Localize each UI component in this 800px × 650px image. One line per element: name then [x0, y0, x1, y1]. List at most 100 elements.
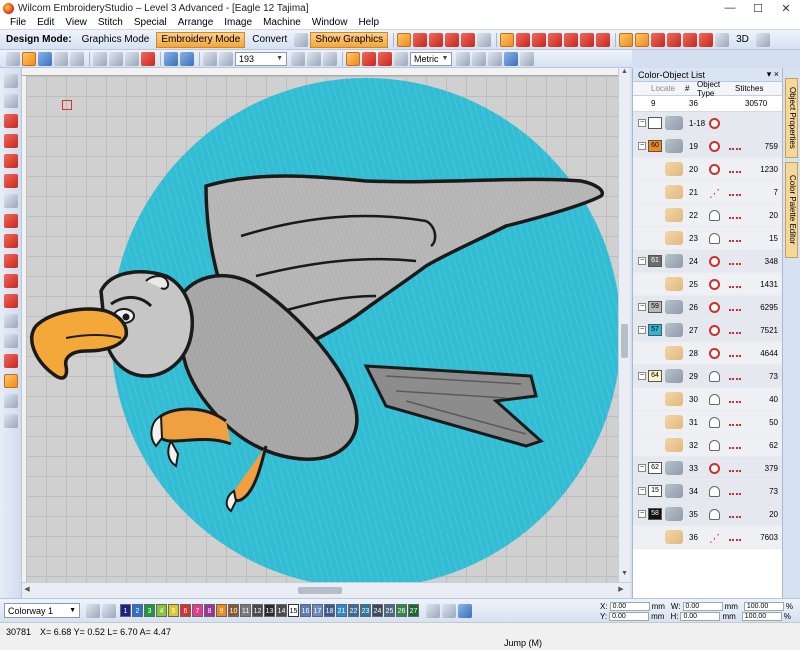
horizontal-scrollbar[interactable]: ◀ ▶	[22, 582, 630, 598]
travel-icon[interactable]	[362, 51, 376, 66]
curve-tool-icon[interactable]	[3, 234, 18, 248]
color-chip[interactable]: 24	[372, 604, 383, 617]
scroll-right-icon[interactable]: ▶	[616, 585, 626, 593]
motif-icon[interactable]	[3, 374, 18, 388]
list-item[interactable]: −62 33 379	[633, 457, 782, 480]
color-chip[interactable]: 16	[300, 604, 311, 617]
hoop-view-icon[interactable]	[651, 32, 666, 47]
needle-point-icon[interactable]	[548, 32, 563, 47]
menu-help[interactable]: Help	[358, 17, 379, 28]
globe-icon[interactable]	[294, 32, 309, 47]
zoom-in-icon[interactable]	[203, 51, 217, 66]
tie-icon[interactable]	[580, 32, 595, 47]
digitize-fill-icon[interactable]	[3, 154, 18, 168]
expand-toggle-icon[interactable]: −	[638, 119, 646, 127]
show-graphics-button[interactable]: Show Graphics	[310, 31, 389, 48]
list-item[interactable]: −64 29 73	[633, 365, 782, 388]
copy-icon[interactable]	[109, 51, 123, 66]
zoom-fit-icon[interactable]	[291, 51, 305, 66]
help-icon[interactable]	[504, 51, 518, 66]
apply-icon[interactable]	[458, 603, 472, 618]
ring-tool-icon[interactable]	[3, 294, 18, 308]
list-item[interactable]: − 1-18	[633, 112, 782, 135]
list-item[interactable]: −61 24 348	[633, 250, 782, 273]
expand-toggle-icon[interactable]: −	[638, 303, 646, 311]
list-item[interactable]: 23 15	[633, 227, 782, 250]
cut-view-icon[interactable]	[683, 32, 698, 47]
zoom-all-icon[interactable]	[323, 51, 337, 66]
menu-special[interactable]: Special	[134, 17, 167, 28]
pattern-icon[interactable]	[3, 414, 18, 428]
zoom-out-icon[interactable]	[219, 51, 233, 66]
connector-icon[interactable]	[532, 32, 547, 47]
monogram-icon[interactable]	[3, 334, 18, 348]
expand-toggle-icon[interactable]: −	[638, 142, 646, 150]
slow-redraw-icon[interactable]	[378, 51, 392, 66]
list-item[interactable]: 36 ⋰ 7603	[633, 526, 782, 549]
zoom-combo[interactable]: 193 ▼	[235, 51, 287, 66]
menu-image[interactable]: Image	[224, 17, 252, 28]
undo-icon[interactable]	[164, 51, 178, 66]
color-chip[interactable]: 27	[408, 604, 419, 617]
stitch-player-icon[interactable]	[394, 51, 408, 66]
color-chip[interactable]: 5	[168, 604, 179, 617]
hoop-icon[interactable]	[472, 51, 486, 66]
expand-toggle-icon[interactable]: −	[638, 326, 646, 334]
scroll-thumb[interactable]	[621, 324, 628, 358]
minimize-button[interactable]: —	[716, 0, 744, 16]
open-file-icon[interactable]	[22, 51, 36, 66]
lettering-icon[interactable]	[3, 314, 18, 328]
color-chip[interactable]: 25	[384, 604, 395, 617]
x-field[interactable]: 0.00	[609, 601, 650, 611]
design-canvas[interactable]	[26, 76, 618, 582]
grid-settings-icon[interactable]	[456, 51, 470, 66]
color-chip[interactable]: 17	[312, 604, 323, 617]
menu-edit[interactable]: Edit	[37, 17, 54, 28]
color-chip[interactable]: 3	[144, 604, 155, 617]
h-field[interactable]: 0.00	[680, 611, 721, 621]
color-view-icon[interactable]	[699, 32, 714, 47]
color-chip[interactable]: 8	[204, 604, 215, 617]
auto-digitize-icon[interactable]	[3, 194, 18, 208]
color-chip[interactable]: 1	[120, 604, 131, 617]
list-item[interactable]: 25 1431	[633, 273, 782, 296]
show-satin-icon[interactable]	[413, 32, 428, 47]
menu-file[interactable]: File	[10, 17, 26, 28]
color-chip[interactable]: 12	[252, 604, 263, 617]
digitize-satin-icon[interactable]	[3, 134, 18, 148]
convert-button[interactable]: Convert	[247, 32, 292, 48]
color-chip[interactable]: 15	[288, 604, 299, 617]
y-field[interactable]: 0.00	[609, 611, 650, 621]
close-button[interactable]: ✕	[772, 0, 800, 16]
expand-toggle-icon[interactable]: −	[638, 487, 646, 495]
outline-icon[interactable]	[500, 32, 515, 47]
expand-toggle-icon[interactable]: −	[638, 372, 646, 380]
measure-icon[interactable]	[346, 51, 360, 66]
info-icon[interactable]	[520, 51, 534, 66]
w-percent-field[interactable]: 100.00	[743, 601, 784, 611]
color-chip[interactable]: 4	[156, 604, 167, 617]
function-icon[interactable]	[564, 32, 579, 47]
trim-icon[interactable]	[596, 32, 611, 47]
units-combo[interactable]: Metric ▼	[410, 51, 452, 66]
settings-icon[interactable]	[755, 32, 770, 47]
scroll-down-icon[interactable]: ▼	[619, 570, 630, 582]
rectangle-tool-icon[interactable]	[3, 254, 18, 268]
graphics-mode-button[interactable]: Graphics Mode	[77, 32, 155, 48]
expand-toggle-icon[interactable]: −	[638, 257, 646, 265]
background-icon[interactable]	[715, 32, 730, 47]
list-item[interactable]: −57 27 7521	[633, 319, 782, 342]
fabric-color-icon[interactable]	[102, 603, 116, 618]
object-view-icon[interactable]	[619, 32, 634, 47]
delete-icon[interactable]	[141, 51, 155, 66]
paste-icon[interactable]	[125, 51, 139, 66]
view-3d-button[interactable]: 3D	[731, 32, 754, 48]
stitch-type-icon[interactable]	[516, 32, 531, 47]
menu-machine[interactable]: Machine	[263, 17, 301, 28]
color-palette-editor-tab[interactable]: Color Palette Editor	[785, 162, 798, 258]
menu-stitch[interactable]: Stitch	[98, 17, 123, 28]
object-properties-tab[interactable]: Object Properties	[785, 78, 798, 158]
expand-toggle-icon[interactable]: −	[638, 464, 646, 472]
color-chip[interactable]: 13	[264, 604, 275, 617]
cycle-icon[interactable]	[442, 603, 456, 618]
